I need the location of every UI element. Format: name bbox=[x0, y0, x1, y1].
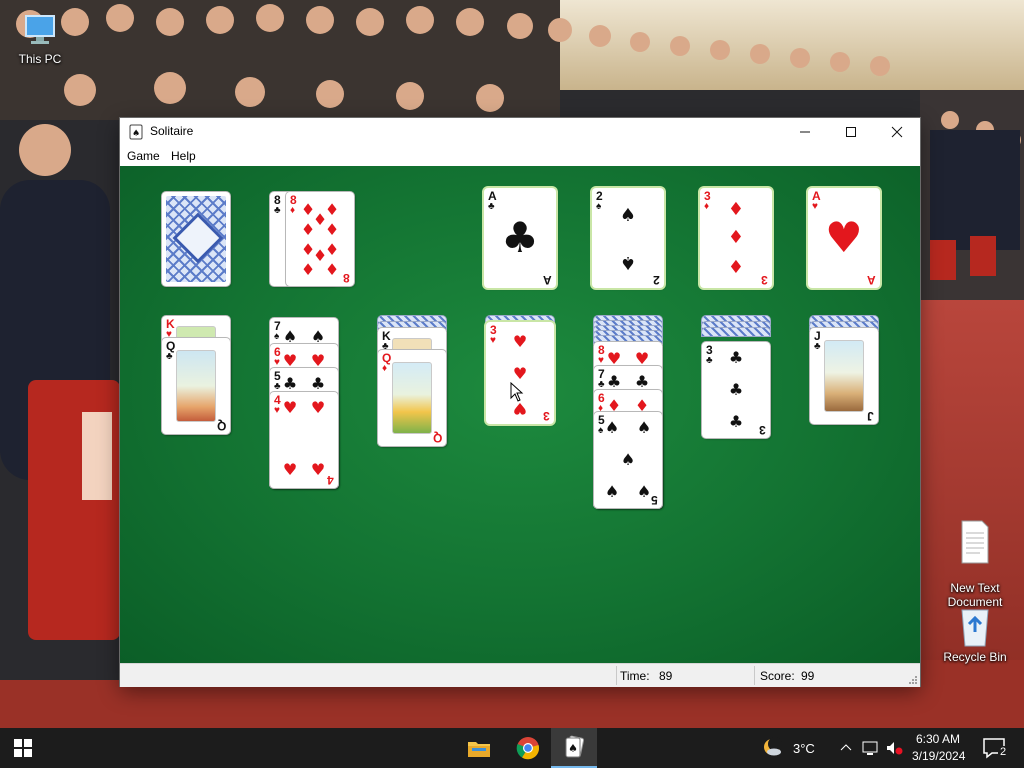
taskbar: ♠ 3°C 6:30 AM 3/19/2024 2 bbox=[0, 728, 1024, 768]
file-explorer-icon bbox=[468, 742, 490, 757]
chrome-icon bbox=[516, 737, 540, 760]
card-three-hearts[interactable]: 3 ♥ ♥ ♥ ♥ 3 bbox=[486, 322, 554, 424]
maximize-button[interactable] bbox=[828, 118, 874, 146]
svg-text:♠: ♠ bbox=[568, 742, 578, 755]
score-value: 99 bbox=[801, 669, 815, 683]
resize-grip-icon[interactable] bbox=[908, 675, 918, 685]
text-document-icon bbox=[961, 520, 989, 564]
status-bar: Time: 89 Score: 99 bbox=[120, 663, 920, 687]
title-bar[interactable]: ♠ Solitaire bbox=[120, 118, 920, 146]
weather-temperature[interactable]: 3°C bbox=[793, 741, 815, 756]
weather-moon-icon[interactable] bbox=[760, 735, 784, 759]
desktop-icon-this-pc[interactable]: This PC bbox=[0, 10, 80, 66]
close-icon bbox=[891, 126, 903, 138]
chevron-up-icon[interactable] bbox=[840, 742, 852, 752]
minimize-icon bbox=[800, 131, 810, 133]
mouse-cursor-icon bbox=[510, 382, 524, 402]
maximize-icon bbox=[846, 127, 856, 137]
solitaire-window: ♠ Solitaire Game Help 8 ♣ 8 ♦ ♦ ♦ ♦ ♦ ♦ ♦ ♦ ♦ … bbox=[120, 118, 920, 687]
foundation-spades[interactable]: 2 ♠ ♠ ♠ 2 bbox=[592, 188, 664, 288]
close-button[interactable] bbox=[874, 118, 920, 146]
foundation-clubs[interactable]: A ♣ ♣ A bbox=[484, 188, 556, 288]
time-value: 89 bbox=[659, 669, 673, 683]
foundation-diamonds[interactable]: 3 ♦ ♦ ♦ ♦ 3 bbox=[700, 188, 772, 288]
card-three-clubs[interactable]: 3 ♣ ♣ ♣ ♣ 3 bbox=[702, 342, 770, 438]
card-five-spades[interactable]: 5 ♠ ♠ ♠ ♠ ♠ ♠ 5 bbox=[594, 412, 662, 508]
clock-date[interactable]: 3/19/2024 bbox=[912, 749, 965, 763]
card-queen-diamonds[interactable]: Q ♦ Q bbox=[378, 350, 446, 446]
taskbar-file-explorer[interactable] bbox=[456, 728, 502, 768]
solitaire-card-icon: ♠ bbox=[129, 124, 143, 140]
taskbar-solitaire[interactable]: ♠ bbox=[551, 728, 597, 768]
desktop-icon-label: Recycle Bin bbox=[943, 650, 1007, 664]
solitaire-icon: ♠ bbox=[565, 735, 585, 758]
foundation-hearts[interactable]: A ♥ ♥ A bbox=[808, 188, 880, 288]
menu-bar: Game Help bbox=[120, 146, 920, 166]
notification-count: 2 bbox=[998, 746, 1009, 758]
notifications-button[interactable]: 2 bbox=[976, 734, 1016, 762]
windows-logo-icon bbox=[14, 739, 32, 757]
desktop-icon-label: This PC bbox=[18, 52, 62, 66]
card-queen-clubs[interactable]: Q ♣ Q bbox=[162, 338, 230, 434]
svg-text:♠: ♠ bbox=[132, 129, 140, 139]
minimize-button[interactable] bbox=[782, 118, 828, 146]
this-pc-icon bbox=[25, 15, 55, 44]
score-label: Score: bbox=[760, 669, 795, 683]
menu-game[interactable]: Game bbox=[127, 149, 160, 163]
waste-card-top[interactable]: 8 ♦ ♦ ♦ ♦ ♦ ♦ ♦ ♦ ♦ ♦ ♦ 8 bbox=[286, 192, 354, 286]
stock-pile[interactable] bbox=[162, 192, 230, 286]
recycle-bin-icon bbox=[961, 609, 989, 647]
desktop-icon-new-text-document[interactable]: New Text Document bbox=[935, 505, 1015, 609]
card-four-hearts[interactable]: 4 ♥ ♥ ♥ ♥ ♥ 4 bbox=[270, 392, 338, 488]
volume-muted-icon[interactable] bbox=[885, 740, 903, 756]
game-table[interactable]: 8 ♣ 8 ♦ ♦ ♦ ♦ ♦ ♦ ♦ ♦ ♦ ♦ ♦ 8 A ♣ ♣ A 2 ♠ ♠ ♠ 2 3… bbox=[120, 166, 920, 663]
taskbar-chrome[interactable] bbox=[505, 728, 551, 768]
clock-time[interactable]: 6:30 AM bbox=[916, 732, 960, 746]
menu-help[interactable]: Help bbox=[171, 149, 196, 163]
network-icon[interactable] bbox=[862, 740, 880, 756]
time-label: Time: bbox=[620, 669, 650, 683]
card-jack-clubs[interactable]: J ♣ J bbox=[810, 328, 878, 424]
start-button[interactable] bbox=[0, 728, 46, 768]
window-title: Solitaire bbox=[150, 124, 194, 138]
desktop-icon-recycle-bin[interactable]: Recycle Bin bbox=[935, 604, 1015, 664]
